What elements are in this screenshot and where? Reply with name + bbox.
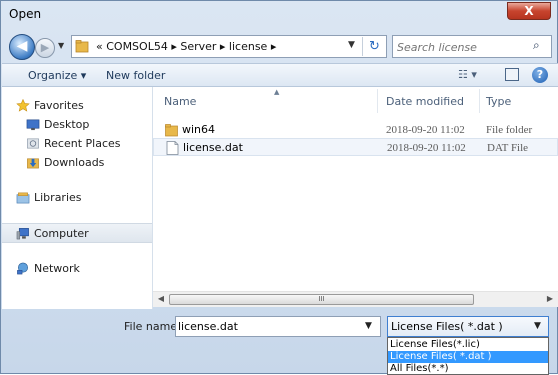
folder-icon (75, 40, 89, 53)
search-box[interactable]: ⌕ (392, 35, 552, 58)
breadcrumb[interactable]: « COMSOL54 ▸ Server ▸ license ▸ (96, 40, 276, 53)
column-divider[interactable] (479, 89, 480, 113)
sidebar-item-label: Recent Places (44, 137, 121, 150)
file-type: DAT File (487, 142, 529, 154)
star-icon (16, 99, 30, 112)
network-icon (17, 262, 28, 275)
sidebar-item-label: Computer (34, 227, 89, 240)
address-row: ◀ ▶ ▼ « COMSOL54 ▸ Server ▸ license ▸ ▼ … (1, 29, 557, 63)
command-toolbar: Organize ▾ New folder ☷ ▾ ? (2, 63, 558, 87)
file-date-modified: 2018-09-20 11:02 (386, 124, 465, 136)
sidebar-item-libraries[interactable]: Libraries (2, 188, 152, 208)
column-header-date-modified[interactable]: Date modified (386, 95, 464, 108)
sidebar-item-label: Libraries (34, 191, 82, 204)
sidebar-item-downloads[interactable]: Downloads (2, 153, 152, 173)
file-type-dropdown-list: License Files(*.lic) License Files( *.da… (387, 337, 549, 375)
close-button[interactable]: X (507, 2, 551, 20)
file-name-label: File name: (124, 320, 181, 333)
libraries-icon (16, 192, 30, 204)
horizontal-scrollbar[interactable]: ◀ III ▶ (153, 291, 558, 307)
file-name-input[interactable] (178, 319, 358, 334)
chevron-down-icon[interactable]: ▼ (534, 321, 541, 331)
refresh-icon[interactable]: ↻ (362, 37, 386, 56)
table-row[interactable]: license.dat 2018-09-20 11:02 DAT File (153, 138, 558, 156)
file-date-modified: 2018-09-20 11:02 (387, 142, 466, 154)
sidebar-item-label: Downloads (44, 156, 105, 169)
file-list: Name ▲ Date modified Type win64 2018-09-… (153, 87, 558, 291)
folder-icon (165, 124, 178, 137)
sidebar-item-label: Network (34, 262, 80, 275)
scroll-left-arrow-icon[interactable]: ◀ (154, 294, 168, 303)
address-history-chevron-down-icon[interactable]: ▼ (348, 40, 355, 50)
address-bar[interactable]: « COMSOL54 ▸ Server ▸ license ▸ ▼ ↻ (71, 35, 387, 58)
window-title: Open (9, 7, 42, 21)
file-type: File folder (486, 124, 533, 136)
chevron-down-icon[interactable]: ▼ (365, 321, 372, 331)
file-name: win64 (182, 123, 216, 136)
sidebar-item-desktop[interactable]: Desktop (2, 115, 152, 135)
search-input[interactable] (397, 39, 527, 55)
file-type-select[interactable]: License Files( *.dat ) ▼ (387, 316, 549, 337)
scroll-right-arrow-icon[interactable]: ▶ (543, 294, 557, 303)
column-header-type[interactable]: Type (486, 95, 511, 108)
file-type-selected-value: License Files( *.dat ) (391, 320, 503, 333)
computer-icon (16, 228, 29, 240)
file-name: license.dat (183, 141, 243, 154)
sidebar-item-label: Favorites (34, 99, 84, 112)
sidebar-item-network[interactable]: Network (2, 259, 152, 279)
table-row[interactable]: win64 2018-09-20 11:02 File folder (153, 121, 558, 139)
column-header-name[interactable]: Name (164, 95, 196, 108)
desktop-icon (26, 119, 40, 131)
change-view-icon[interactable]: ☷ ▾ (458, 68, 477, 81)
title-bar[interactable]: Open X (1, 1, 557, 29)
open-dialog-window: Open X ◀ ▶ ▼ « COMSOL54 ▸ Server ▸ licen… (0, 0, 558, 375)
recent-places-icon (27, 138, 39, 149)
sort-ascending-icon: ▲ (274, 88, 280, 96)
scrollbar-thumb[interactable]: III (169, 294, 474, 305)
sidebar-item-computer[interactable]: Computer (2, 223, 152, 243)
organize-button[interactable]: Organize ▾ (28, 69, 86, 82)
preview-pane-icon[interactable] (505, 68, 519, 81)
recent-locations-chevron-down-icon[interactable]: ▼ (58, 41, 64, 50)
file-name-combobox[interactable]: ▼ (175, 316, 381, 337)
downloads-icon (27, 158, 39, 169)
sidebar-item-recent-places[interactable]: Recent Places (2, 134, 152, 154)
file-type-option[interactable]: License Files(*.lic) (388, 339, 548, 351)
sidebar-item-label: Desktop (44, 118, 90, 131)
back-button[interactable]: ◀ (9, 34, 35, 60)
file-icon (166, 141, 179, 155)
file-type-option[interactable]: All Files(*.*) (388, 363, 548, 375)
forward-button[interactable]: ▶ (35, 38, 55, 58)
navigation-pane: Favorites Desktop Recent Places Download… (2, 87, 153, 309)
file-type-option-selected[interactable]: License Files( *.dat ) (388, 351, 548, 363)
new-folder-button[interactable]: New folder (106, 69, 165, 82)
search-icon[interactable]: ⌕ (533, 38, 540, 53)
sidebar-item-favorites[interactable]: Favorites (2, 96, 152, 116)
column-divider[interactable] (377, 89, 378, 113)
help-icon[interactable]: ? (532, 67, 548, 83)
